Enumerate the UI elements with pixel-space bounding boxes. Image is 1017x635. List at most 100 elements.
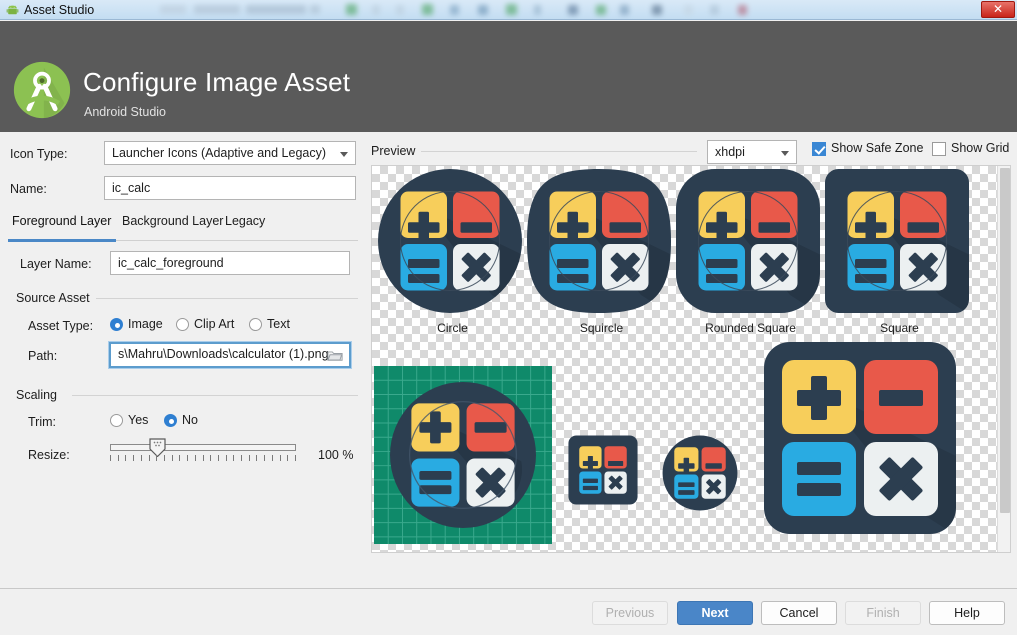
slider-tick (264, 455, 265, 461)
preview-tile-small-circle (661, 434, 739, 512)
slider-tick (280, 455, 281, 461)
dialog-body: Icon Type: Launcher Icons (Adaptive and … (0, 132, 1017, 579)
launcher-icon-circle (375, 166, 525, 316)
slider-tick (210, 455, 211, 461)
chevron-down-icon (340, 152, 348, 157)
icon-type-select[interactable]: Launcher Icons (Adaptive and Legacy) (104, 141, 356, 165)
slider-tick (179, 455, 180, 461)
preview-pane: Preview xhdpi Show Safe Zone Show Grid (366, 132, 1017, 579)
dialog-subtitle: Android Studio (84, 105, 166, 119)
slider-tick (287, 455, 288, 461)
slider-tick (110, 455, 111, 461)
slider-tick (156, 455, 157, 461)
checkbox-safe-zone-indicator (812, 142, 826, 156)
source-asset-group-label: Source Asset (16, 291, 90, 305)
chevron-down-icon (781, 151, 789, 156)
slider-tick (272, 455, 273, 461)
radio-trim-yes-indicator (110, 414, 123, 427)
slider-tick (295, 455, 296, 461)
radio-image-indicator (110, 318, 123, 331)
path-value: s\Mahru\Downloads\calculator (1).png (118, 347, 329, 361)
window-titlebar: Asset Studio ✕ (0, 0, 1017, 20)
slider-tick (218, 455, 219, 461)
slider-tick (164, 455, 165, 461)
launcher-icon-small-circle (661, 434, 739, 512)
slider-tick (118, 455, 119, 461)
radio-trim-no-indicator (164, 414, 177, 427)
slider-tick (172, 455, 173, 461)
android-icon (6, 4, 19, 17)
slider-tick (149, 455, 150, 461)
slider-tick (226, 455, 227, 461)
trim-label: Trim: (28, 415, 56, 429)
preview-scrollbar-thumb[interactable] (1000, 168, 1010, 513)
preview-tile-grid-circle (374, 366, 552, 544)
preview-caption-squircle: Squircle (524, 321, 679, 335)
preview-tile-circle: Circle (375, 166, 530, 346)
preview-scrollbar[interactable] (997, 166, 1010, 553)
checkbox-grid-indicator (932, 142, 946, 156)
tab-foreground-layer[interactable]: Foreground Layer (12, 214, 111, 234)
resize-slider-ticks (110, 455, 296, 463)
preview-caption-rounded-square: Rounded Square (673, 321, 828, 335)
close-window-button[interactable]: ✕ (981, 1, 1015, 18)
path-label: Path: (28, 349, 57, 363)
icon-type-value: Launcher Icons (Adaptive and Legacy) (112, 146, 326, 160)
slider-tick (241, 455, 242, 461)
name-label: Name: (10, 182, 47, 196)
radio-trim-yes-label: Yes (128, 413, 148, 427)
tab-background-layer[interactable]: Background Layer (122, 214, 223, 234)
slider-tick (249, 455, 250, 461)
radio-text-label: Text (267, 317, 290, 331)
launcher-icon-small-square (567, 434, 639, 506)
folder-icon[interactable] (327, 349, 343, 362)
cancel-button[interactable]: Cancel (761, 601, 837, 625)
source-asset-group-rule (96, 298, 358, 299)
launcher-icon-square (822, 166, 972, 316)
launcher-icon-squircle (524, 166, 674, 316)
preview-tile-square: Square (822, 166, 977, 346)
preview-tile-small-square (567, 434, 639, 506)
resize-value: 100 % (318, 448, 353, 462)
show-safe-zone-label: Show Safe Zone (831, 141, 923, 155)
settings-pane: Icon Type: Launcher Icons (Adaptive and … (0, 132, 366, 579)
slider-tick (125, 455, 126, 461)
radio-trim-no-label: No (182, 413, 198, 427)
dialog-title: Configure Image Asset (83, 67, 350, 98)
preview-label: Preview (371, 144, 415, 158)
preview-rule (421, 151, 697, 152)
radio-image-label: Image (128, 317, 163, 331)
dialog-footer: Previous Next Cancel Finish Help (0, 589, 1017, 635)
active-tab-indicator (8, 239, 116, 242)
resize-slider-track[interactable] (110, 444, 296, 451)
layer-name-input[interactable]: ic_calc_foreground (110, 251, 350, 275)
slider-tick (256, 455, 257, 461)
radio-text-indicator (249, 318, 262, 331)
help-button[interactable]: Help (929, 601, 1005, 625)
layer-name-label: Layer Name: (20, 257, 92, 271)
finish-button[interactable]: Finish (845, 601, 921, 625)
path-input[interactable]: s\Mahru\Downloads\calculator (1).png (109, 342, 351, 368)
scaling-group-rule (72, 395, 358, 396)
name-input[interactable]: ic_calc (104, 176, 356, 200)
slider-tick (141, 455, 142, 461)
preview-canvas[interactable]: Circle (371, 165, 1011, 553)
tab-legacy[interactable]: Legacy (225, 214, 265, 234)
launcher-icon-rounded-square (673, 166, 823, 316)
slider-tick (203, 455, 204, 461)
preview-caption-square: Square (822, 321, 977, 335)
preview-tile-squircle: Squircle (524, 166, 679, 346)
slider-tick (187, 455, 188, 461)
window-title: Asset Studio (24, 3, 94, 17)
previous-button[interactable]: Previous (592, 601, 668, 625)
preview-tile-large-rounded-square (760, 338, 960, 538)
scaling-group-label: Scaling (16, 388, 57, 402)
radio-clipart-label: Clip Art (194, 317, 234, 331)
density-select[interactable]: xhdpi (707, 140, 797, 164)
next-button[interactable]: Next (677, 601, 753, 625)
preview-caption-circle: Circle (375, 321, 530, 335)
slider-tick (195, 455, 196, 461)
android-studio-logo (12, 60, 72, 120)
icon-type-label: Icon Type: (10, 147, 67, 161)
show-grid-label: Show Grid (951, 141, 1009, 155)
